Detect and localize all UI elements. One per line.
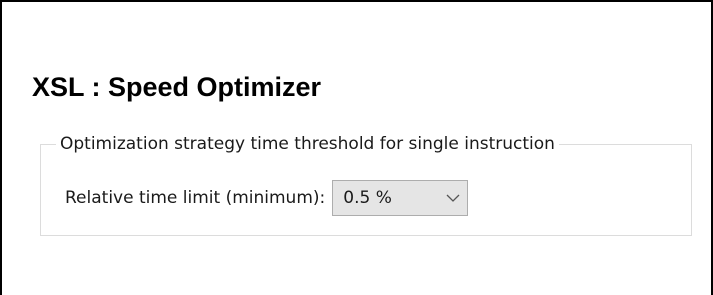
relative-time-limit-select[interactable]: 0.5 % <box>332 180 469 216</box>
chevron-down-icon <box>439 181 467 215</box>
time-threshold-group: Optimization strategy time threshold for… <box>40 132 692 236</box>
relative-time-limit-value: 0.5 % <box>343 188 392 208</box>
settings-panel: XSL : Speed Optimizer Optimization strat… <box>0 0 713 295</box>
group-legend: Optimization strategy time threshold for… <box>56 132 559 156</box>
relative-time-limit-row: Relative time limit (minimum): 0.5 % <box>65 180 469 216</box>
page-title: XSL : Speed Optimizer <box>32 72 322 102</box>
relative-time-limit-label: Relative time limit (minimum): <box>65 188 326 208</box>
